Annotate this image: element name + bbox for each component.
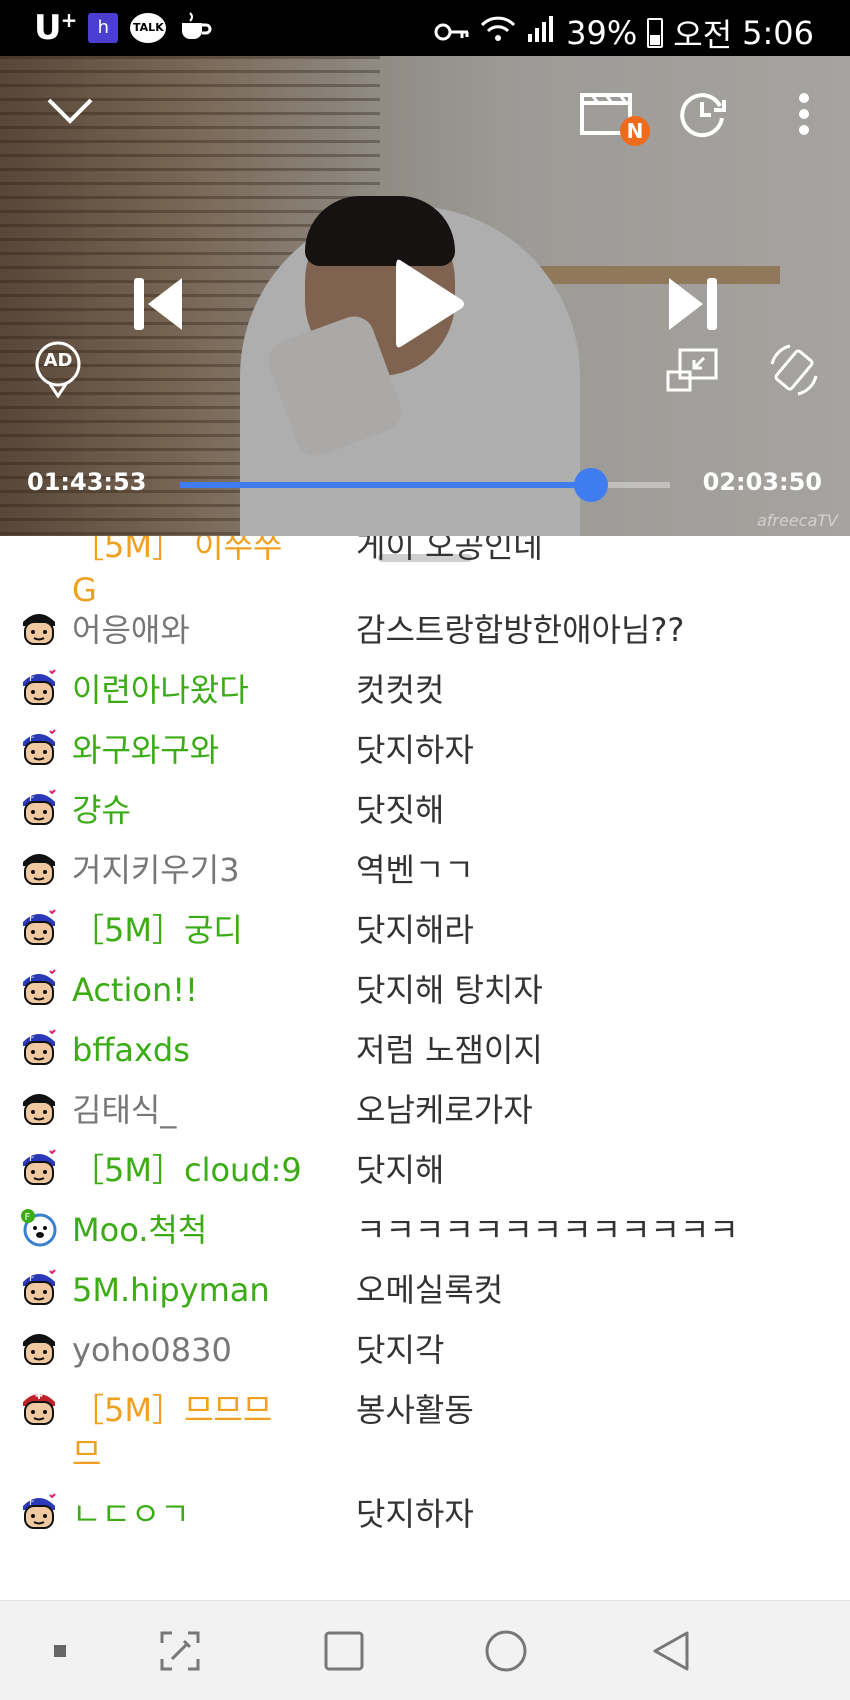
chat-nick[interactable]: 김태식_ <box>72 1088 352 1132</box>
seek-bar-progress <box>180 482 591 488</box>
clips-icon[interactable]: N <box>572 84 650 146</box>
coffee-cup-icon <box>178 11 212 45</box>
chat-nick[interactable]: ［5M］cloud:9 <box>72 1148 352 1192</box>
chat-message: 닷지하자 <box>356 1495 474 1533</box>
seek-bar-knob[interactable] <box>573 468 608 502</box>
chat-panel[interactable]: ［5M］ 이쭈쭈 G 게이 오공인데 어응애와 감스트랑합방한애아님?? F 이련아나왔… <box>0 536 850 1600</box>
user-avatar-icon[interactable]: F <box>20 788 58 828</box>
more-menu-icon[interactable] <box>782 84 826 144</box>
back-icon[interactable] <box>643 1623 699 1679</box>
chat-nick[interactable]: Action!! <box>72 968 352 1012</box>
user-avatar-icon[interactable]: F <box>20 668 58 708</box>
new-badge: N <box>620 116 650 146</box>
play-icon[interactable] <box>390 254 470 354</box>
chat-nick[interactable]: 걍슈 <box>72 788 352 832</box>
battery-percent: 39% <box>566 14 638 52</box>
user-avatar-icon[interactable] <box>20 848 58 888</box>
user-avatar-icon[interactable]: F <box>20 968 58 1008</box>
svg-text:F: F <box>29 973 35 984</box>
chat-nick[interactable]: ㄴㄷㅇㄱ <box>72 1492 352 1536</box>
hi-app-icon: h <box>88 13 119 43</box>
next-icon[interactable] <box>660 264 725 344</box>
pip-icon[interactable] <box>664 342 720 398</box>
status-bar: U+ h TALK 39% 오전 5:06 <box>0 0 850 56</box>
user-avatar-icon[interactable] <box>20 1328 58 1368</box>
video-player[interactable]: N AD 01:43:53 02:03:50 afreecaTV <box>0 56 850 536</box>
system-nav-bar <box>0 1600 850 1700</box>
signal-icon <box>526 14 556 52</box>
rotate-screen-icon[interactable] <box>764 340 824 400</box>
chat-message: 오메실록컷 <box>356 1271 504 1309</box>
chat-nick[interactable]: 거지키우기3 <box>72 848 352 892</box>
timer-icon[interactable] <box>672 84 732 144</box>
user-avatar-icon[interactable] <box>20 608 58 648</box>
svg-text:F: F <box>29 1497 35 1508</box>
carrier-label: U+ <box>34 8 77 48</box>
svg-text:F: F <box>29 673 35 684</box>
chat-message: 저럼 노잼이지 <box>356 1031 543 1069</box>
chat-nick[interactable]: Moo.척척 <box>72 1208 352 1252</box>
chat-message: 닷짓해 <box>356 791 445 829</box>
elapsed-time: 01:43:53 <box>27 468 147 496</box>
previous-icon[interactable] <box>125 264 190 344</box>
chat-nick[interactable]: 5M.hipyman <box>72 1268 352 1312</box>
chat-message: 게이 오공인데 <box>356 536 543 565</box>
home-icon[interactable] <box>478 1623 534 1679</box>
key-icon <box>434 14 470 52</box>
watermark-logo: afreecaTV <box>756 511 838 530</box>
chat-message: 역벤ㄱㄱ <box>356 851 474 889</box>
svg-text:F: F <box>29 793 35 804</box>
ad-icon[interactable]: AD <box>30 338 86 400</box>
user-avatar-icon[interactable] <box>20 1388 58 1428</box>
nav-dot-icon[interactable] <box>32 1623 88 1679</box>
chat-message: 감스트랑합방한애아님?? <box>356 611 685 649</box>
svg-text:F: F <box>29 913 35 924</box>
svg-text:F: F <box>29 733 35 744</box>
svg-text:F: F <box>29 1033 35 1044</box>
chat-message: 닷지해 탕치자 <box>356 971 543 1009</box>
chat-nick[interactable]: ［5M］므므므 므 <box>72 1388 352 1476</box>
chat-message: 닷지해라 <box>356 911 474 949</box>
seek-bar[interactable] <box>180 468 670 502</box>
chat-nick[interactable]: 이련아나왔다 <box>72 668 352 712</box>
battery-icon <box>647 18 664 48</box>
svg-text:F: F <box>29 1153 35 1164</box>
user-avatar-icon[interactable]: F <box>20 728 58 768</box>
kakaotalk-icon: TALK <box>130 13 167 43</box>
chat-message: 닷지해 <box>356 1151 445 1189</box>
collapse-chevron-icon[interactable] <box>40 86 100 136</box>
chat-message: 오남케로가자 <box>356 1091 533 1129</box>
svg-text:F: F <box>25 1212 31 1223</box>
user-avatar-icon[interactable]: F <box>20 908 58 948</box>
user-avatar-icon[interactable]: F <box>20 1148 58 1188</box>
recents-icon[interactable] <box>316 1623 372 1679</box>
user-avatar-icon[interactable]: F <box>20 1492 58 1532</box>
duration-time: 02:03:50 <box>702 468 822 496</box>
chat-message: ㅋㅋㅋㅋㅋㅋㅋㅋㅋㅋㅋㅋㅋ <box>356 1211 739 1249</box>
chat-nick[interactable]: ［5M］궁디 <box>72 908 352 952</box>
chat-message: 봉사활동 <box>356 1391 474 1429</box>
chat-nick[interactable]: yoho0830 <box>72 1328 352 1372</box>
wifi-icon <box>480 14 516 52</box>
clock-ampm: 오전 <box>673 16 733 54</box>
user-avatar-icon[interactable]: F <box>20 1028 58 1068</box>
chat-nick[interactable]: 어응애와 <box>72 608 352 652</box>
screen-capture-icon[interactable] <box>152 1623 208 1679</box>
chat-nick[interactable]: bffaxds <box>72 1028 352 1072</box>
svg-text:F: F <box>29 1273 35 1284</box>
user-avatar-icon[interactable]: F <box>20 1208 58 1248</box>
chat-message: 닷지하자 <box>356 731 474 769</box>
chat-message: 닷지각 <box>356 1331 445 1369</box>
user-avatar-icon[interactable] <box>20 1088 58 1128</box>
ad-label: AD <box>43 350 73 371</box>
chat-message: 컷컷컷 <box>356 671 445 709</box>
chat-nick[interactable]: ［5M］ 이쭈쭈 G <box>72 536 352 612</box>
user-avatar-icon[interactable]: F <box>20 1268 58 1308</box>
clock-time: 5:06 <box>742 14 814 52</box>
chat-nick[interactable]: 와구와구와 <box>72 728 352 772</box>
